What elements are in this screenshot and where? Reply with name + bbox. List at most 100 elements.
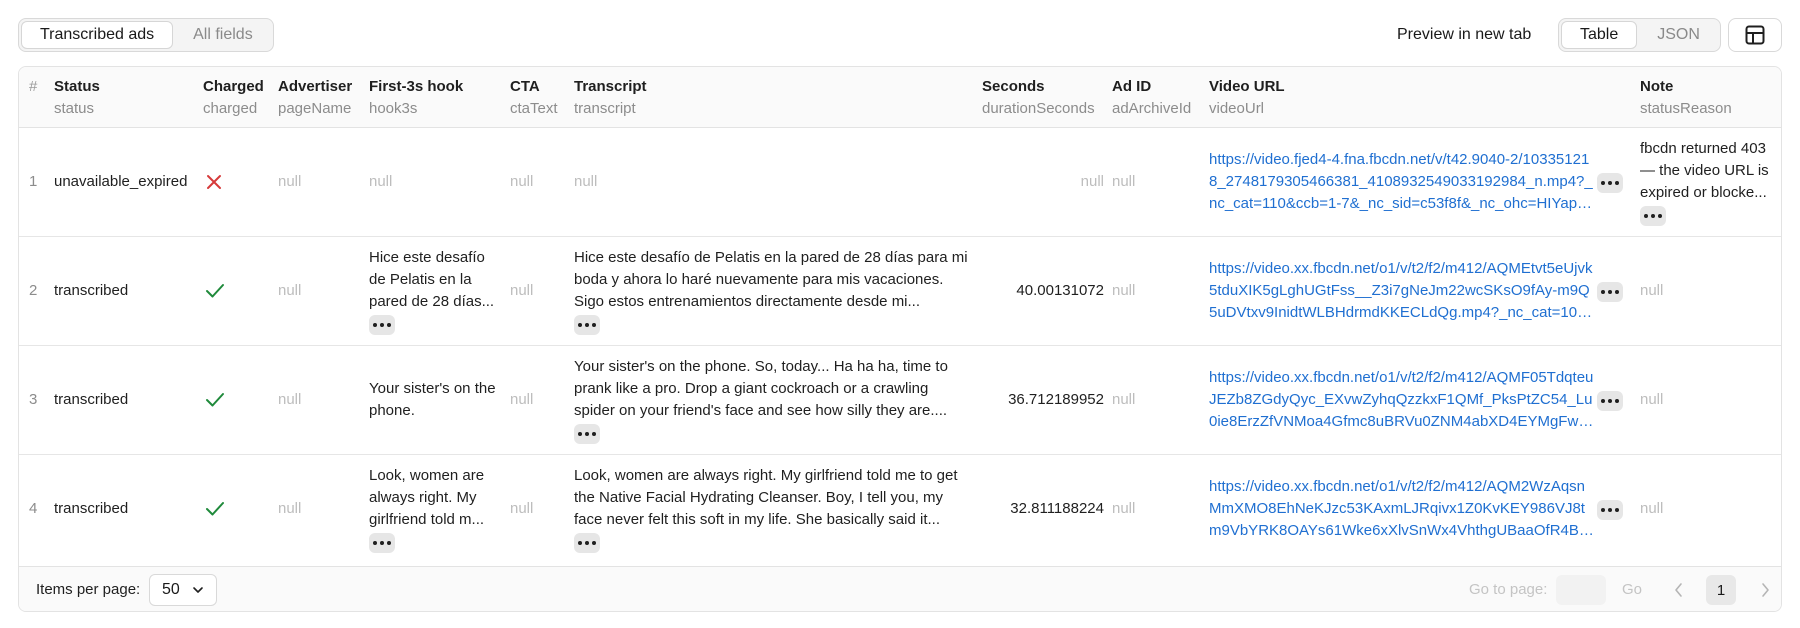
note-cell: fbcdn returned 403 — the video URL is ex… <box>1640 128 1775 236</box>
transcript-cell: Look, women are always right. My girlfri… <box>574 455 969 563</box>
video-url-link[interactable]: https://video.xx.fbcdn.net/o1/v/t2/f2/m4… <box>1209 476 1594 542</box>
hook-cell: Hice este desafío de Pelatis en la pared… <box>369 237 499 345</box>
dot-icon <box>1615 181 1619 185</box>
status-cell: transcribed <box>54 282 129 299</box>
results-table: # Status status Charged charged Advertiser… <box>18 66 1782 612</box>
charged-cell <box>205 346 225 454</box>
tab-all-fields[interactable]: All fields <box>175 21 271 49</box>
dot-icon <box>1658 214 1662 218</box>
items-per-page-value: 50 <box>162 581 180 598</box>
view-toggle: Table JSON <box>1558 18 1721 52</box>
cta-cell: null <box>510 282 534 299</box>
dot-icon <box>592 432 596 436</box>
ad-id-cell: null <box>1112 173 1136 190</box>
more-button[interactable] <box>1640 206 1666 226</box>
header-seconds[interactable]: Seconds durationSeconds <box>982 76 1095 120</box>
dot-icon <box>380 541 384 545</box>
dot-icon <box>578 323 582 327</box>
check-icon <box>206 284 224 298</box>
video-url-cell: https://video.xx.fbcdn.net/o1/v/t2/f2/m4… <box>1209 455 1594 563</box>
check-icon <box>206 502 224 516</box>
chevron-down-icon <box>193 587 203 593</box>
advertiser-cell: null <box>278 391 302 408</box>
header-charged[interactable]: Charged charged <box>203 76 264 120</box>
dot-icon <box>1608 508 1612 512</box>
header-note[interactable]: Note statusReason <box>1640 76 1732 120</box>
more-button[interactable] <box>574 424 600 444</box>
tab-transcribed-ads[interactable]: Transcribed ads <box>21 21 174 49</box>
more-button[interactable] <box>369 315 395 335</box>
header-ad-id[interactable]: Ad ID adArchiveId <box>1112 76 1191 120</box>
header-advertiser[interactable]: Advertiser pageName <box>278 76 352 120</box>
video-url-link[interactable]: https://video.xx.fbcdn.net/o1/v/t2/f2/m4… <box>1209 258 1594 324</box>
items-per-page-select[interactable]: 50 <box>149 574 217 606</box>
charged-cell <box>205 237 225 345</box>
dot-icon <box>1615 290 1619 294</box>
table-row: 1 unavailable_expired null null null nul… <box>19 128 1781 237</box>
pagination-bar: Items per page: 50 Go to page: Go 1 <box>19 566 1781 611</box>
video-url-cell: https://video.xx.fbcdn.net/o1/v/t2/f2/m4… <box>1209 237 1594 345</box>
items-per-page-label: Items per page: <box>36 581 141 598</box>
transcript-cell: Hice este desafío de Pelatis en la pared… <box>574 237 969 345</box>
header-video-url[interactable]: Video URL videoUrl <box>1209 76 1285 120</box>
chevron-right-icon[interactable] <box>1758 580 1772 600</box>
go-to-page-input[interactable] <box>1556 575 1606 605</box>
dot-icon <box>585 432 589 436</box>
header-cta[interactable]: CTA ctaText <box>510 76 558 120</box>
more-button[interactable] <box>574 315 600 335</box>
row-index: 2 <box>29 282 38 299</box>
toolbar: Transcribed ads All fields Preview in ne… <box>18 18 1782 52</box>
chevron-left-icon[interactable] <box>1672 580 1686 600</box>
tab-table[interactable]: Table <box>1561 21 1638 49</box>
dot-icon <box>1601 181 1605 185</box>
advertiser-cell: null <box>278 173 302 190</box>
hook-cell: Your sister's on the phone. <box>369 380 496 419</box>
note-cell: null <box>1640 391 1664 408</box>
ad-id-cell: null <box>1112 500 1136 517</box>
header-transcript[interactable]: Transcript transcript <box>574 76 647 120</box>
preview-in-new-tab-link[interactable]: Preview in new tab <box>1397 18 1531 52</box>
more-button[interactable] <box>1597 500 1623 520</box>
layout-toggle-button[interactable] <box>1728 18 1782 52</box>
charged-cell <box>205 128 223 236</box>
more-button[interactable] <box>1597 391 1623 411</box>
seconds-cell: 40.00131072 <box>1016 282 1104 299</box>
dot-icon <box>578 432 582 436</box>
charged-cell <box>205 455 225 563</box>
header-status[interactable]: Status status <box>54 76 100 120</box>
header-hook[interactable]: First-3s hook hook3s <box>369 76 463 120</box>
dot-icon <box>592 323 596 327</box>
transcript-cell: Your sister's on the phone. So, today...… <box>574 346 969 454</box>
go-button[interactable]: Go <box>1622 581 1642 598</box>
go-to-page-label: Go to page: <box>1469 581 1548 598</box>
dot-icon <box>592 541 596 545</box>
more-button[interactable] <box>1597 282 1623 302</box>
cta-cell: null <box>510 500 534 517</box>
more-button[interactable] <box>369 533 395 553</box>
dot-icon <box>1608 290 1612 294</box>
dot-icon <box>387 541 391 545</box>
tab-json[interactable]: JSON <box>1639 21 1718 49</box>
more-button[interactable] <box>574 533 600 553</box>
cta-cell: null <box>510 173 534 190</box>
video-url-link[interactable]: https://video.xx.fbcdn.net/o1/v/t2/f2/m4… <box>1209 367 1594 433</box>
table-row: 4 transcribed null Look, women are alway… <box>19 455 1781 564</box>
page-button-current[interactable]: 1 <box>1706 575 1736 605</box>
dot-icon <box>1615 399 1619 403</box>
table-header: # Status status Charged charged Advertiser… <box>19 67 1781 128</box>
header-index: # <box>29 78 38 95</box>
row-index: 4 <box>29 500 38 517</box>
ad-id-cell: null <box>1112 282 1136 299</box>
layout-panel-icon <box>1745 25 1765 45</box>
dot-icon <box>380 323 384 327</box>
note-cell: null <box>1640 282 1664 299</box>
transcript-cell: null <box>574 173 598 190</box>
seconds-cell: 32.811188224 <box>1010 500 1104 517</box>
video-url-cell: https://video.xx.fbcdn.net/o1/v/t2/f2/m4… <box>1209 346 1594 454</box>
more-button[interactable] <box>1597 173 1623 193</box>
video-url-link[interactable]: https://video.fjed4-4.fna.fbcdn.net/v/t4… <box>1209 149 1594 215</box>
dot-icon <box>387 323 391 327</box>
dot-icon <box>1608 181 1612 185</box>
hook-cell: null <box>369 173 393 190</box>
dot-icon <box>1601 508 1605 512</box>
